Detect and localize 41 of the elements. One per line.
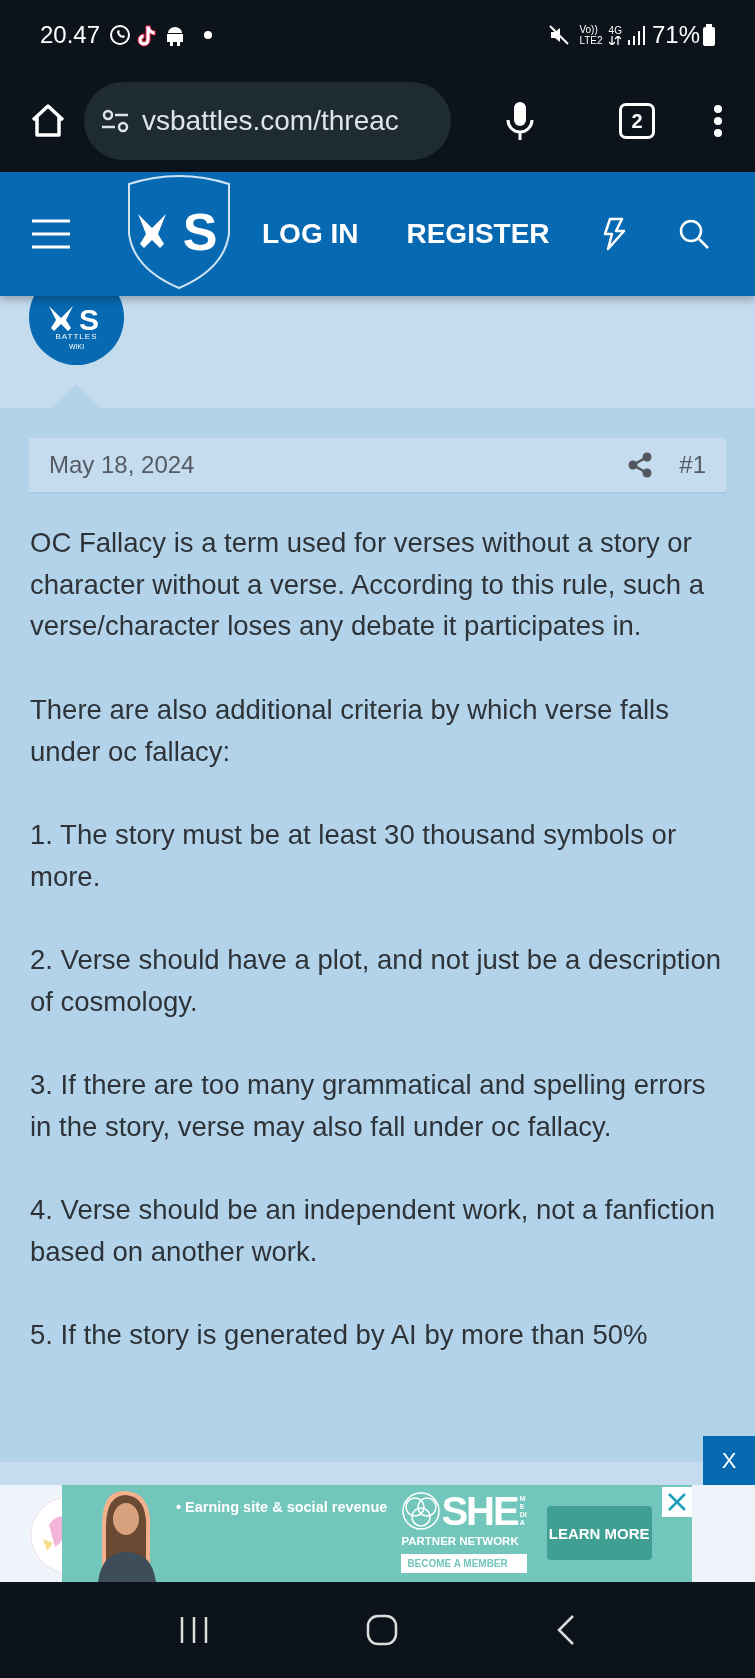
- post-paragraph: 1. The story must be at least 30 thousand symbols or more.: [30, 817, 678, 894]
- lightning-icon[interactable]: [601, 217, 626, 251]
- more-menu-icon[interactable]: [713, 104, 723, 138]
- close-icon[interactable]: [662, 1487, 692, 1517]
- tab-count-button[interactable]: 2: [619, 103, 655, 139]
- menu-icon[interactable]: [32, 219, 70, 249]
- post-paragraph: 4. Verse should be an independent work, not a fanfiction based on another work.: [30, 1193, 716, 1269]
- network-label: Vo)): [579, 24, 599, 35]
- flower-logo-icon: [401, 1491, 442, 1531]
- post-date[interactable]: May 18, 2024: [49, 447, 195, 483]
- clock-time: 20.47: [40, 20, 101, 50]
- address-bar[interactable]: vsbattles.com/threac: [84, 82, 451, 160]
- post-paragraph: 3. If there are too many grammatical and spelling errors in the story, verse may also fall under oc fallacy.: [30, 1068, 707, 1144]
- nav-link[interactable]: LOG IN: [262, 213, 359, 255]
- network-label: LTE2: [579, 35, 603, 46]
- music-note-icon: [136, 23, 159, 47]
- ad-text: • Earning site & social revenue: [176, 1498, 388, 1517]
- notification-dot-icon: [204, 31, 213, 39]
- post-number[interactable]: #1: [679, 447, 706, 483]
- recent-apps-icon[interactable]: [178, 1615, 209, 1645]
- microphone-icon[interactable]: [505, 100, 535, 142]
- battery-icon: [703, 24, 715, 46]
- nav-link[interactable]: REGISTER: [406, 213, 550, 255]
- post-paragraph: There are also additional criteria by which verse falls under oc fallacy:: [30, 692, 670, 769]
- data-type-label: 4G: [608, 25, 622, 36]
- post-paragraph: 5. If the story is generated by AI by more than 50%: [30, 1318, 649, 1353]
- site-logo[interactable]: S: [124, 174, 234, 290]
- brand-name: SHE: [441, 1491, 518, 1531]
- signal-icon: [627, 25, 646, 45]
- battery-percentage: 71%: [651, 20, 700, 50]
- avatar-letter: S: [78, 303, 99, 332]
- learn-more-button[interactable]: LEARN MORE: [546, 1506, 652, 1560]
- ad-tagline: PARTNER NETWORK: [401, 1534, 520, 1549]
- search-icon[interactable]: [677, 218, 710, 250]
- close-ad-button[interactable]: X: [703, 1436, 755, 1485]
- post-paragraph: OC Fallacy is a term used for verses without a story or character without a verse. According to this rule, such a verse/character loses any debate it participates in.: [30, 526, 706, 644]
- home-button-icon[interactable]: [366, 1614, 399, 1646]
- share-icon[interactable]: [627, 452, 654, 478]
- data-arrows-icon: [609, 36, 622, 45]
- post-paragraph: 2. Verse should have a plot, and not just be a description of cosmology.: [30, 943, 723, 1019]
- back-icon[interactable]: [556, 1614, 577, 1646]
